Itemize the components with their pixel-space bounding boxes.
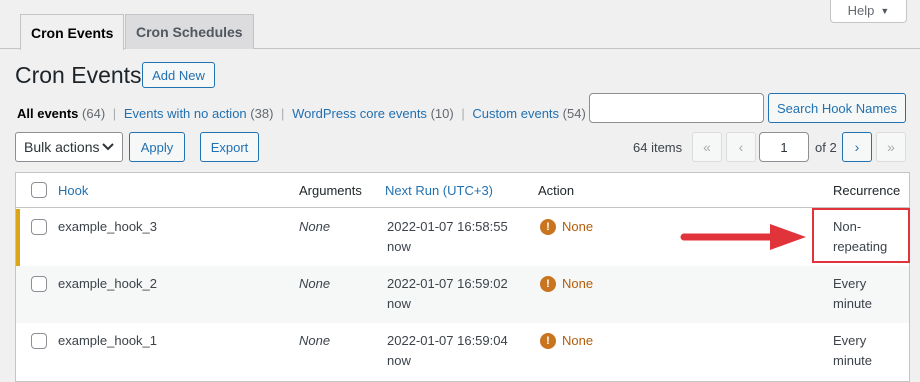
action-value: ! None	[540, 217, 593, 237]
arguments-value: None	[299, 219, 331, 234]
chevron-down-icon	[102, 143, 114, 151]
view-count: (38)	[250, 106, 274, 121]
help-tab-button[interactable]: Help ▼	[830, 0, 907, 23]
page-title: Cron Events	[15, 62, 142, 88]
export-button[interactable]: Export	[200, 132, 259, 162]
hook-name[interactable]: example_hook_3	[58, 217, 157, 237]
bulk-actions-label: Bulk actions	[24, 139, 100, 155]
current-page-input[interactable]: 1	[759, 132, 809, 162]
red-arrow-icon	[680, 224, 806, 250]
last-page-button: »	[876, 132, 906, 162]
next-run-relative: now	[387, 296, 411, 311]
caret-down-icon: ▼	[880, 5, 890, 16]
hook-name[interactable]: example_hook_1	[58, 331, 157, 351]
next-run-value: 2022-01-07 16:59:02	[387, 276, 508, 291]
tab-cron-events[interactable]: Cron Events	[20, 14, 125, 50]
next-run-value: 2022-01-07 16:59:04	[387, 333, 508, 348]
search-input[interactable]	[589, 93, 764, 123]
view-count: (10)	[430, 106, 454, 121]
view-filters: All events (64) | Events with no action …	[17, 106, 586, 121]
items-count: 64 items	[633, 140, 683, 155]
view-no-action[interactable]: Events with no action	[124, 106, 247, 121]
help-label: Help	[847, 3, 875, 18]
recurrence-value-2: minute	[833, 296, 873, 311]
total-pages: of 2	[815, 140, 837, 155]
next-run-relative: now	[387, 239, 411, 254]
cron-events-table: Hook Arguments Next Run (UTC+3) Action R…	[15, 172, 910, 382]
recurrence-value: Every	[833, 276, 867, 291]
row-checkbox[interactable]	[31, 333, 47, 349]
recurrence-value: Every	[833, 333, 867, 348]
search-hook-names-button[interactable]: Search Hook Names	[768, 93, 906, 123]
exclamation-circle-icon: !	[540, 276, 556, 292]
first-page-button: «	[692, 132, 722, 162]
row-checkbox[interactable]	[31, 276, 47, 292]
row-checkbox[interactable]	[31, 219, 47, 235]
view-count: (54)	[562, 106, 586, 121]
action-value: ! None	[540, 274, 593, 294]
tab-cron-schedules[interactable]: Cron Schedules	[125, 14, 254, 49]
arguments-value: None	[299, 333, 331, 348]
tab-label: Cron Events	[31, 24, 114, 41]
exclamation-circle-icon: !	[540, 333, 556, 349]
arguments-value: None	[299, 276, 331, 291]
apply-button[interactable]: Apply	[129, 132, 185, 162]
table-row: example_hook_2 None 2022-01-07 16:59:02 …	[16, 266, 909, 323]
bulk-actions-select[interactable]: Bulk actions	[15, 132, 123, 162]
view-all-events[interactable]: All events	[17, 106, 78, 121]
next-page-button[interactable]: ›	[842, 132, 872, 162]
column-hook[interactable]: Hook	[58, 183, 88, 198]
column-arguments: Arguments	[299, 183, 362, 198]
hook-name[interactable]: example_hook_2	[58, 274, 157, 294]
view-custom-events[interactable]: Custom events	[472, 106, 559, 121]
view-count: (64)	[82, 106, 106, 121]
action-value: ! None	[540, 331, 593, 351]
next-run-relative: now	[387, 353, 411, 368]
exclamation-circle-icon: !	[540, 219, 556, 235]
column-recurrence: Recurrence	[833, 183, 901, 198]
recurrence-value-2: minute	[833, 353, 873, 368]
column-action: Action	[538, 183, 575, 198]
annotation-highlight-box	[812, 208, 910, 263]
column-next-run[interactable]: Next Run (UTC+3)	[385, 183, 493, 198]
tab-label: Cron Schedules	[136, 24, 243, 40]
view-core-events[interactable]: WordPress core events	[292, 106, 427, 121]
select-all-checkbox[interactable]	[31, 182, 47, 198]
table-row: example_hook_1 None 2022-01-07 16:59:04 …	[16, 323, 909, 380]
add-new-button[interactable]: Add New	[142, 62, 215, 88]
table-header: Hook Arguments Next Run (UTC+3) Action R…	[16, 173, 909, 208]
next-run-value: 2022-01-07 16:58:55	[387, 219, 508, 234]
prev-page-button: ‹	[726, 132, 756, 162]
